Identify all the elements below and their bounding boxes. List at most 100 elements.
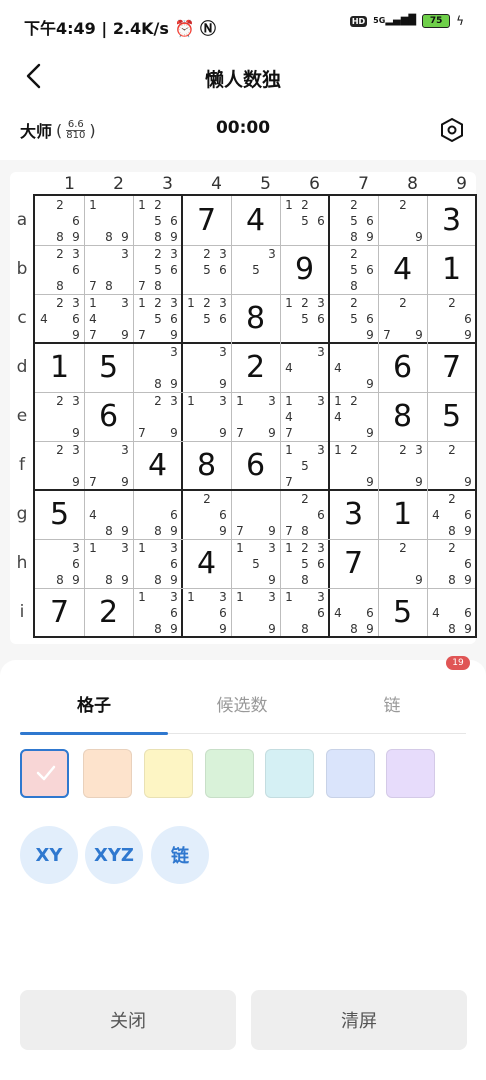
sudoku-cell[interactable]: 35 — [231, 245, 280, 294]
sudoku-cell[interactable]: 3 — [427, 196, 476, 245]
sudoku-cell[interactable]: 6 — [84, 392, 133, 441]
sudoku-cell[interactable]: 5 — [84, 343, 133, 392]
close-button[interactable]: 关闭 — [20, 990, 236, 1050]
sudoku-cell[interactable]: 49 — [329, 343, 378, 392]
chain-chip[interactable]: 链 — [151, 826, 209, 884]
color-swatch[interactable] — [326, 749, 375, 798]
sudoku-cell[interactable]: 26 9 — [182, 490, 231, 539]
sudoku-cell[interactable]: 12356 — [280, 294, 329, 343]
sudoku-cell[interactable]: 12 56 — [280, 196, 329, 245]
sudoku-cell[interactable]: 2356 78 — [133, 245, 182, 294]
candidate: 7 — [285, 426, 293, 440]
row-label: g — [16, 504, 28, 524]
sudoku-cell[interactable]: 39 — [182, 343, 231, 392]
sudoku-cell[interactable]: 1 357 — [280, 441, 329, 490]
tab-candidates[interactable]: 候选数 — [168, 692, 316, 734]
sudoku-cell[interactable]: 23 7 9 — [133, 392, 182, 441]
color-swatch[interactable] — [265, 749, 314, 798]
sudoku-cell[interactable]: 23 4 6 9 — [35, 294, 84, 343]
sudoku-cell[interactable]: 6 — [231, 441, 280, 490]
sudoku-cell[interactable]: 7 — [329, 539, 378, 588]
sudoku-cell[interactable]: 7 — [427, 343, 476, 392]
sudoku-cell[interactable]: 5 — [427, 392, 476, 441]
sudoku-cell[interactable]: 2689 — [427, 539, 476, 588]
sudoku-cell[interactable]: 3 7 9 — [84, 441, 133, 490]
sudoku-cell[interactable]: 8 — [231, 294, 280, 343]
sudoku-cell[interactable]: 1 — [35, 343, 84, 392]
sudoku-cell[interactable]: 2 — [84, 588, 133, 637]
sudoku-cell[interactable]: 23 9 — [35, 392, 84, 441]
sudoku-cell[interactable]: 1 3 68 — [280, 588, 329, 637]
sudoku-cell[interactable]: 1 3 689 — [133, 588, 182, 637]
hexagon-settings-icon[interactable] — [434, 112, 470, 148]
sudoku-cell[interactable]: 1 3 689 — [133, 539, 182, 588]
sudoku-cell[interactable]: 4 689 — [427, 588, 476, 637]
sudoku-cell[interactable]: 7 — [35, 588, 84, 637]
sudoku-cell[interactable]: 34 — [280, 343, 329, 392]
color-swatch[interactable] — [83, 749, 132, 798]
sudoku-cell[interactable]: 12 5689 — [133, 196, 182, 245]
sudoku-cell[interactable]: 3 89 — [133, 343, 182, 392]
tab-chains[interactable]: 链 — [318, 692, 466, 734]
sudoku-cell[interactable]: 6 — [378, 343, 427, 392]
sudoku-cell[interactable]: 5 — [35, 490, 84, 539]
xyz-chip[interactable]: XYZ — [85, 826, 143, 884]
sudoku-cell[interactable]: 23 9 — [35, 441, 84, 490]
sudoku-cell[interactable]: 123568 — [280, 539, 329, 588]
sudoku-cell[interactable]: 1 — [427, 245, 476, 294]
color-swatch[interactable] — [20, 749, 69, 798]
sudoku-cell[interactable]: 489 — [84, 490, 133, 539]
sudoku-cell[interactable]: 4 — [378, 245, 427, 294]
sudoku-cell[interactable]: 26 9 — [427, 294, 476, 343]
sudoku-cell[interactable]: 4 — [231, 196, 280, 245]
sudoku-cell[interactable]: 24 689 — [427, 490, 476, 539]
sudoku-cell[interactable]: 26 78 — [280, 490, 329, 539]
sudoku-cell[interactable]: 1 3 4 7 9 — [84, 294, 133, 343]
sudoku-cell[interactable]: 1 89 — [84, 196, 133, 245]
sudoku-cell[interactable]: 23 9 — [378, 441, 427, 490]
sudoku-cell[interactable]: 3 689 — [35, 539, 84, 588]
sudoku-cell[interactable]: 124 9 — [329, 392, 378, 441]
sudoku-cell[interactable]: 8 — [182, 441, 231, 490]
sudoku-cell[interactable]: 1 3 9 — [231, 588, 280, 637]
sudoku-cell[interactable]: 2689 — [35, 196, 84, 245]
sudoku-cell[interactable]: 4 — [133, 441, 182, 490]
sudoku-cell[interactable]: 2 568 — [329, 245, 378, 294]
sudoku-cell[interactable]: 1 3 89 — [84, 539, 133, 588]
candidate: 1 — [236, 541, 244, 555]
sudoku-cell[interactable]: 4 689 — [329, 588, 378, 637]
sudoku-cell[interactable]: 1 3 4 7 — [280, 392, 329, 441]
sudoku-cell[interactable]: 3 78 — [84, 245, 133, 294]
sudoku-cell[interactable]: 79 — [231, 490, 280, 539]
sudoku-cell[interactable]: 2 7 9 — [378, 294, 427, 343]
sudoku-cell[interactable]: 3 — [329, 490, 378, 539]
sudoku-cell[interactable]: 1 — [378, 490, 427, 539]
sudoku-cell[interactable]: 2 5689 — [329, 196, 378, 245]
sudoku-cell[interactable]: 29 — [427, 441, 476, 490]
sudoku-cell[interactable]: 12 9 — [329, 441, 378, 490]
tab-cells[interactable]: 格子 — [20, 692, 168, 735]
sudoku-cell[interactable]: 8 — [378, 392, 427, 441]
sudoku-cell[interactable]: 4 — [182, 539, 231, 588]
color-swatch[interactable] — [205, 749, 254, 798]
sudoku-cell[interactable]: 2 56 9 — [329, 294, 378, 343]
color-swatch[interactable] — [144, 749, 193, 798]
sudoku-cell[interactable]: 1 3 6 9 — [182, 588, 231, 637]
sudoku-cell[interactable]: 689 — [133, 490, 182, 539]
sudoku-cell[interactable]: 12356 7 9 — [133, 294, 182, 343]
clear-button[interactable]: 清屏 — [251, 990, 467, 1050]
sudoku-cell[interactable]: 2 — [231, 343, 280, 392]
sudoku-cell[interactable]: 1 3 7 9 — [231, 392, 280, 441]
sudoku-cell[interactable]: 23 68 — [35, 245, 84, 294]
xy-chip[interactable]: XY — [20, 826, 78, 884]
sudoku-cell[interactable]: 7 — [182, 196, 231, 245]
sudoku-cell[interactable]: 29 — [378, 539, 427, 588]
sudoku-cell[interactable]: 12356 — [182, 294, 231, 343]
sudoku-cell[interactable]: 9 — [280, 245, 329, 294]
color-swatch[interactable] — [386, 749, 435, 798]
sudoku-cell[interactable]: 1 3 9 — [182, 392, 231, 441]
sudoku-cell[interactable]: 29 — [378, 196, 427, 245]
sudoku-cell[interactable]: 5 — [378, 588, 427, 637]
sudoku-cell[interactable]: 2356 — [182, 245, 231, 294]
sudoku-cell[interactable]: 1 359 — [231, 539, 280, 588]
